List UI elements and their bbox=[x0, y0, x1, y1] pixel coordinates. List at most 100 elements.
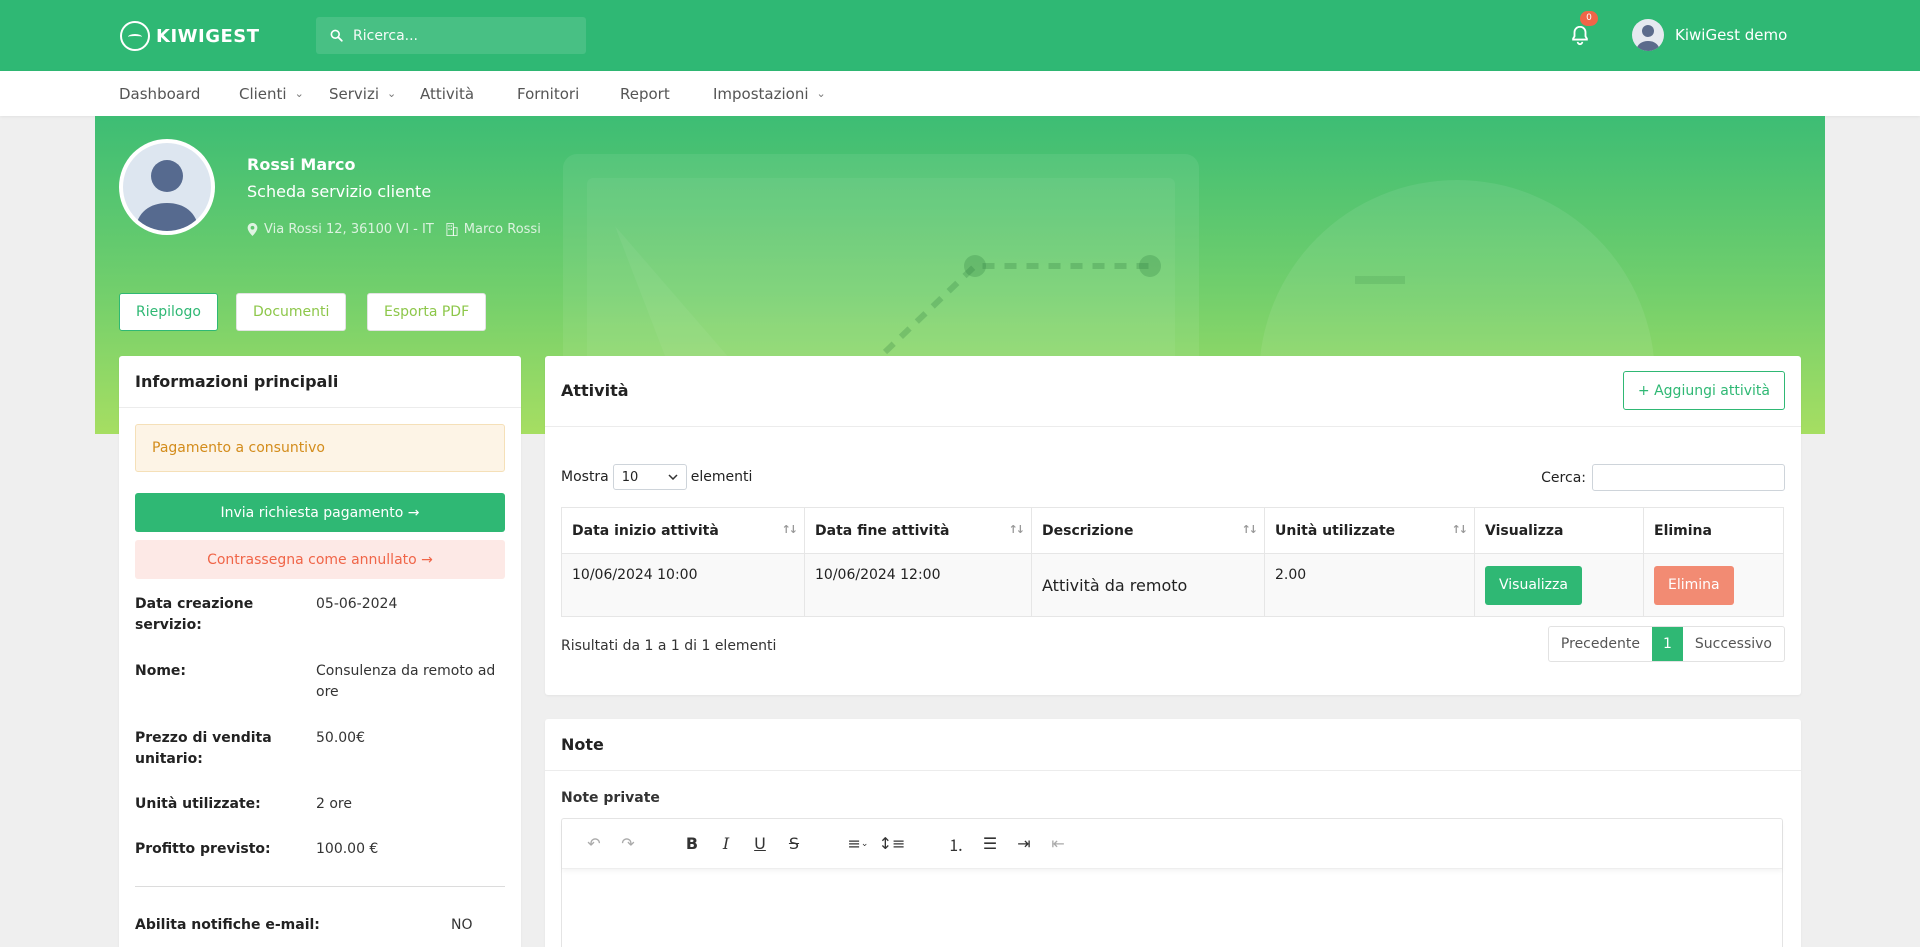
cell-description: Attività da remoto bbox=[1031, 553, 1265, 617]
card-title: Note bbox=[561, 735, 604, 754]
menu-item-clienti[interactable]: Clienti ⌄ bbox=[239, 71, 304, 116]
info-label: Profitto previsto: bbox=[135, 841, 271, 857]
export-pdf-button[interactable]: Esporta PDF bbox=[367, 293, 487, 331]
column-header-start[interactable]: Data inizio attività ↑↓ bbox=[561, 507, 805, 554]
column-header-delete: Elimina bbox=[1643, 507, 1784, 554]
column-label: Unità utilizzate bbox=[1275, 522, 1396, 539]
user-menu[interactable]: KiwiGest demo bbox=[1632, 19, 1787, 51]
tab-documenti[interactable]: Documenti bbox=[236, 293, 347, 331]
menu-item-fornitori[interactable]: Fornitori bbox=[517, 71, 579, 116]
chevron-down-icon: ⌄ bbox=[294, 87, 304, 100]
pagination-page-current[interactable]: 1 bbox=[1651, 627, 1683, 661]
indent-icon[interactable]: ⇥ bbox=[1010, 830, 1038, 858]
search-label: Cerca: bbox=[1541, 469, 1586, 486]
cell-view: Visualizza bbox=[1474, 553, 1644, 617]
divider bbox=[135, 886, 505, 887]
outdent-icon[interactable]: ⇤ bbox=[1044, 830, 1072, 858]
client-avatar bbox=[119, 139, 215, 235]
menu-item-attivita[interactable]: Attività bbox=[420, 71, 474, 116]
add-activity-button[interactable]: + Aggiungi attività bbox=[1622, 371, 1785, 410]
cell-units: 2.00 bbox=[1264, 553, 1475, 617]
notification-bell-icon[interactable] bbox=[1569, 23, 1591, 47]
delete-button[interactable]: Elimina bbox=[1654, 565, 1734, 605]
menu-label: Attività bbox=[420, 84, 475, 103]
menu-item-dashboard[interactable]: Dashboard bbox=[119, 71, 200, 116]
column-label: Elimina bbox=[1654, 522, 1712, 539]
menu-label: Clienti bbox=[239, 84, 287, 103]
tab-riepilogo[interactable]: Riepilogo bbox=[119, 293, 218, 331]
rich-text-editor[interactable]: ↶ ↷ B I U S ≡ ⌄ ↕≡ ⒈ ☰ ⇥ ⇤ bbox=[561, 818, 1783, 947]
sort-icon: ↑↓ bbox=[1451, 523, 1469, 536]
chevron-down-icon: ⌄ bbox=[387, 87, 397, 100]
info-label: Nome: bbox=[135, 663, 187, 679]
results-info: Risultati da 1 a 1 di 1 elementi bbox=[561, 638, 777, 654]
cell-start: 10/06/2024 10:00 bbox=[561, 553, 805, 617]
menu-item-report[interactable]: Report bbox=[620, 71, 670, 116]
card-title: Informazioni principali bbox=[135, 372, 339, 391]
underline-icon[interactable]: U bbox=[746, 830, 774, 858]
column-header-end[interactable]: Data fine attività ↑↓ bbox=[804, 507, 1032, 554]
app-logo[interactable]: KIWIGEST bbox=[120, 19, 260, 53]
table-search-input[interactable] bbox=[1592, 464, 1785, 491]
location-pin-icon bbox=[247, 223, 258, 236]
menu-item-servizi[interactable]: Servizi ⌄ bbox=[329, 71, 396, 116]
activities-table: Data inizio attività ↑↓ Data fine attivit… bbox=[561, 507, 1784, 617]
activities-card: Attività + Aggiungi attività Mostra 10 e… bbox=[545, 356, 1801, 695]
editor-toolbar: ↶ ↷ B I U S ≡ ⌄ ↕≡ ⒈ ☰ ⇥ ⇤ bbox=[562, 819, 1782, 869]
cell-end: 10/06/2024 12:00 bbox=[804, 553, 1032, 617]
menu-label: Dashboard bbox=[119, 84, 201, 103]
send-payment-request-button[interactable]: Invia richiesta pagamento → bbox=[135, 493, 505, 532]
bold-icon[interactable]: B bbox=[678, 830, 706, 858]
page-length-select[interactable]: 10 bbox=[612, 464, 687, 490]
user-avatar bbox=[1632, 19, 1664, 51]
notification-count-badge: 0 bbox=[1580, 11, 1598, 26]
notes-card: Note Note private ↶ ↷ B I U S ≡ ⌄ ↕≡ ⒈ ☰ … bbox=[545, 719, 1801, 947]
menu-label: Report bbox=[620, 84, 670, 103]
menu-item-impostazioni[interactable]: Impostazioni ⌄ bbox=[713, 71, 826, 116]
align-left-icon[interactable]: ≡ ⌄ bbox=[844, 830, 872, 858]
client-company: Marco Rossi bbox=[463, 222, 541, 237]
client-meta: Via Rossi 12, 36100 VI - IT Marco Rossi bbox=[247, 222, 541, 237]
pagination-next[interactable]: Successivo bbox=[1683, 627, 1784, 661]
italic-icon[interactable]: I bbox=[712, 830, 740, 858]
redo-icon[interactable]: ↷ bbox=[614, 830, 642, 858]
payment-notice: Pagamento a consuntivo bbox=[135, 424, 505, 472]
search-bar[interactable] bbox=[316, 17, 586, 54]
email-notifications-value[interactable]: NO bbox=[451, 915, 511, 936]
ordered-list-icon[interactable]: ⒈ bbox=[942, 830, 970, 858]
show-label: Mostra bbox=[561, 469, 609, 485]
column-header-units[interactable]: Unità utilizzate ↑↓ bbox=[1264, 507, 1475, 554]
top-bar: KIWIGEST 0 KiwiGest demo bbox=[0, 0, 1920, 71]
chevron-down-icon: ⌄ bbox=[816, 87, 826, 100]
line-height-icon[interactable]: ↕≡ bbox=[878, 830, 906, 858]
chevron-down-icon bbox=[668, 474, 678, 480]
info-label: Prezzo di vendita unitario: bbox=[135, 730, 272, 767]
table-header-row: Data inizio attività ↑↓ Data fine attivit… bbox=[561, 507, 1784, 554]
info-label: Data creazione servizio: bbox=[135, 596, 254, 633]
undo-icon[interactable]: ↶ bbox=[580, 830, 608, 858]
view-button[interactable]: Visualizza bbox=[1485, 565, 1582, 605]
info-value: 2 ore bbox=[316, 796, 352, 812]
client-name: Rossi Marco bbox=[247, 155, 356, 174]
elements-label: elementi bbox=[690, 469, 753, 485]
column-header-description[interactable]: Descrizione ↑↓ bbox=[1031, 507, 1265, 554]
mark-cancelled-button[interactable]: Contrassegna come annullato → bbox=[135, 540, 505, 579]
sort-icon: ↑↓ bbox=[1008, 523, 1026, 536]
info-value: 05-06-2024 bbox=[316, 596, 398, 612]
bullet-list-icon[interactable]: ☰ bbox=[976, 830, 1004, 858]
user-name: KiwiGest demo bbox=[1675, 26, 1788, 44]
menu-label: Impostazioni bbox=[713, 84, 809, 103]
info-value: Consulenza da remoto ad ore bbox=[316, 663, 496, 700]
pagination-previous[interactable]: Precedente bbox=[1549, 627, 1652, 661]
sort-asc-icon: ↑↓ bbox=[781, 523, 799, 536]
page-length-value: 10 bbox=[621, 469, 639, 485]
info-value: 100.00 € bbox=[316, 841, 379, 857]
column-header-view: Visualizza bbox=[1474, 507, 1644, 554]
column-label: Data inizio attività bbox=[572, 522, 719, 539]
info-label: Abilita notifiche e-mail: bbox=[135, 917, 320, 933]
info-label: Unità utilizzate: bbox=[135, 796, 261, 812]
table-search: Cerca: bbox=[1541, 464, 1785, 491]
search-input[interactable] bbox=[353, 27, 573, 44]
private-notes-label: Note private bbox=[561, 790, 660, 806]
strikethrough-icon[interactable]: S bbox=[780, 830, 808, 858]
